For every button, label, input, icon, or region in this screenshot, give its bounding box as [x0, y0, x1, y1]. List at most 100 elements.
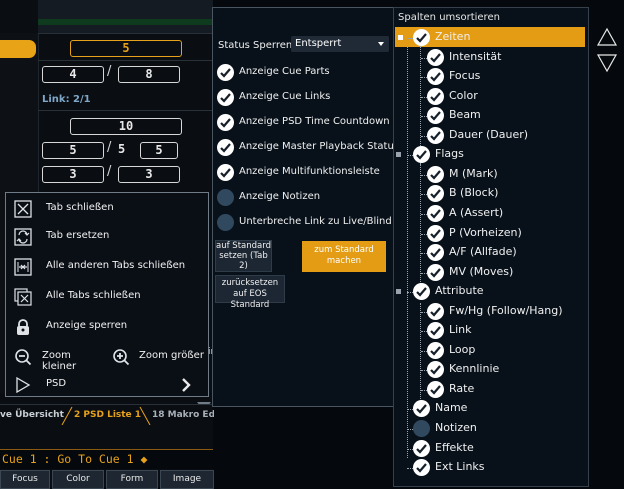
menu-item-lock-display[interactable]: Anzeige sperren [6, 313, 208, 341]
cue-line-text: Cue 1 : Go To Cue 1 ◆ [2, 452, 148, 466]
option-label: Unterbreche Link zu Live/Blind [239, 216, 392, 227]
expand-marker[interactable] [396, 152, 401, 158]
tree-line [420, 303, 421, 403]
checkbox-checked[interactable] [427, 341, 444, 359]
softkey-focus[interactable]: Focus [0, 470, 50, 489]
checkbox-checked[interactable] [427, 126, 444, 144]
tree-node-label: Focus [449, 69, 481, 83]
checkbox-checked[interactable] [427, 185, 444, 203]
cue-cell: 5 [140, 142, 178, 159]
cue-cell: 5 [118, 142, 126, 156]
checkbox-checked[interactable] [427, 361, 444, 379]
checkbox-checked[interactable] [217, 114, 234, 131]
checkbox-unchecked[interactable] [217, 214, 234, 231]
tree-node-label: B (Block) [449, 186, 499, 200]
cue-cell: 8 [118, 66, 180, 83]
zoom-in-icon [113, 349, 130, 366]
checkbox-checked[interactable] [427, 107, 444, 125]
menu-item-psd[interactable]: PSD [6, 371, 208, 399]
checkbox-unchecked[interactable] [217, 189, 234, 206]
softkey-image[interactable]: Image [160, 470, 214, 489]
playback-topbar [38, 0, 213, 34]
button-label: zum Standard machen [314, 245, 374, 266]
checkbox-checked[interactable] [427, 263, 444, 281]
checkbox-checked[interactable] [413, 459, 430, 477]
softkey-bar: Focus Color Form Image [0, 470, 214, 489]
tree-node-label: Rate [449, 381, 475, 395]
link-label: Link: 2/1 [42, 94, 91, 105]
display-settings-panel: Status Sperren Entsperrt Anzeige Cue Par… [212, 7, 400, 407]
tree-node-label: Effekte [435, 440, 474, 454]
cue-cell: 5 [42, 142, 104, 159]
menu-item-close-tab[interactable]: Tab schließen [6, 195, 208, 223]
checkbox-checked[interactable] [427, 244, 444, 262]
check-icon [430, 72, 441, 82]
tab-overview[interactable]: ve Übersicht [0, 408, 64, 423]
column-reorder-panel: Spalten umsortieren Zeiten Intensität Focu… [393, 7, 589, 487]
check-icon [430, 267, 441, 278]
tree-node-label: Intensität [449, 49, 502, 63]
option-label: Anzeige Cue Links [239, 91, 331, 102]
close-others-icon [14, 258, 32, 276]
menu-item-zoom-in[interactable]: Zoom größer [110, 343, 208, 371]
move-down-icon[interactable] [596, 53, 618, 73]
checkbox-checked[interactable] [217, 89, 234, 106]
reset-eos-default-button[interactable]: zurücksetzen auf EOS Standard [215, 275, 285, 310]
tree-node-label: Fw/Hg (Follow/Hang) [449, 303, 563, 317]
menu-item-close-all-tabs[interactable]: Alle Tabs schließen [6, 283, 208, 311]
checkbox-checked[interactable] [413, 283, 430, 301]
cue-cell: 3 [118, 166, 180, 183]
slash: / [107, 164, 112, 179]
checkbox-checked[interactable] [427, 68, 444, 86]
checkbox-checked[interactable] [427, 48, 444, 66]
tree-node-label: A/F (Allfade) [449, 245, 517, 259]
check-icon [430, 111, 441, 121]
checkbox-checked[interactable] [427, 224, 444, 242]
expand-marker[interactable] [396, 289, 401, 295]
tab-psd-list[interactable]: 2 PSD Liste 1 [74, 408, 141, 423]
status-lock-dropdown[interactable]: Entsperrt [291, 36, 389, 52]
menu-item-close-other-tabs[interactable]: Alle anderen Tabs schließen [6, 253, 208, 281]
check-icon [430, 385, 441, 395]
row-divider [38, 110, 213, 111]
checkbox-checked[interactable] [427, 380, 444, 398]
button-label: auf Standard setzen (Tab 2) [216, 241, 271, 271]
row-divider [38, 60, 213, 61]
checkbox-checked[interactable] [427, 165, 444, 183]
checkbox-checked[interactable] [413, 439, 430, 457]
check-icon [430, 189, 441, 200]
menu-item-zoom-out[interactable]: Zoom kleiner [6, 343, 106, 372]
menu-item-replace-tab[interactable]: Tab ersetzen [6, 223, 208, 251]
checkbox-checked[interactable] [217, 64, 234, 81]
checkbox-checked[interactable] [427, 204, 444, 222]
softkey-form[interactable]: Form [106, 470, 158, 489]
checkbox-checked[interactable] [413, 400, 430, 418]
option-label: Anzeige PSD Time Countdown [239, 116, 390, 127]
status-lock-label: Status Sperren [218, 40, 293, 51]
option-label: Anzeige Master Playback Status [239, 141, 400, 152]
checkbox-checked[interactable] [413, 29, 430, 46]
tab-separator [139, 406, 151, 425]
tree-node-label: Ext Links [435, 460, 485, 474]
make-default-button[interactable]: zum Standard machen [302, 241, 386, 272]
softkey-color[interactable]: Color [52, 470, 104, 489]
check-icon [416, 404, 427, 415]
tree-node-label: A (Assert) [449, 205, 504, 219]
cue-cell: 5 [70, 40, 182, 57]
checkbox-checked[interactable] [217, 139, 234, 156]
checkbox-unchecked[interactable] [413, 420, 430, 437]
checkbox-checked[interactable] [427, 302, 444, 320]
checkbox-checked[interactable] [427, 87, 444, 105]
reset-tab-default-button[interactable]: auf Standard setzen (Tab 2) [215, 240, 272, 272]
checkbox-checked[interactable] [217, 164, 234, 181]
tab-macro-edit[interactable]: 18 Makro Edit [152, 408, 214, 423]
move-up-icon[interactable] [596, 27, 618, 47]
fader-bar [38, 19, 213, 25]
check-icon [430, 170, 441, 180]
tree-node-label: Color [449, 88, 478, 102]
checkbox-checked[interactable] [413, 146, 430, 164]
checkbox-checked[interactable] [427, 322, 444, 340]
option-label: Anzeige Cue Parts [239, 66, 330, 77]
slash: / [107, 64, 112, 79]
check-icon [220, 168, 231, 178]
